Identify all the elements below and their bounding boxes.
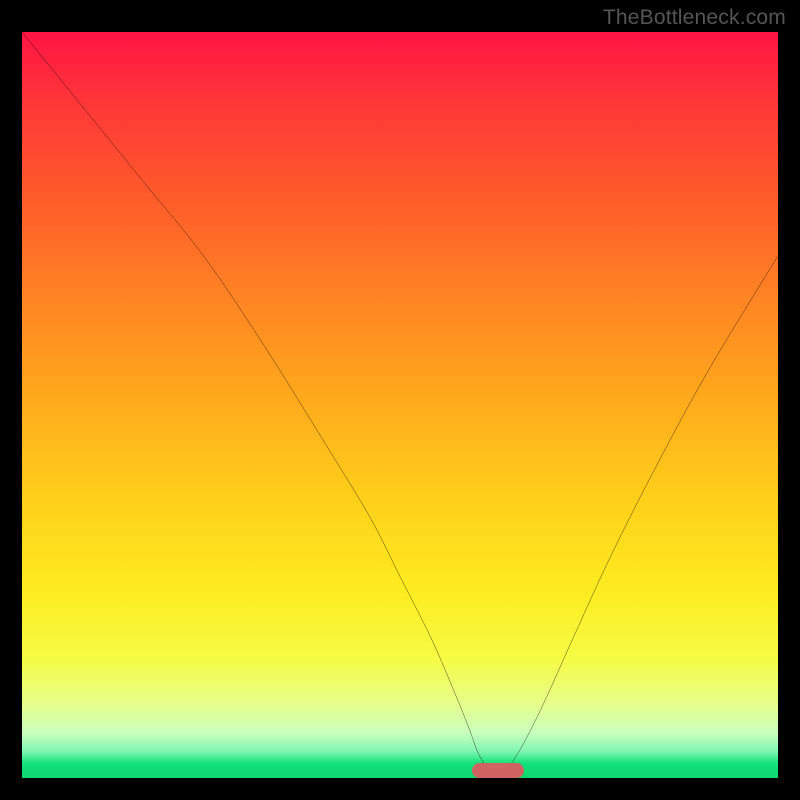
chart-frame: TheBottleneck.com xyxy=(0,0,800,800)
bottleneck-curve xyxy=(22,32,778,778)
optimum-marker xyxy=(472,763,524,778)
watermark-text: TheBottleneck.com xyxy=(603,6,786,30)
plot-area xyxy=(22,32,778,778)
curve-path xyxy=(22,32,778,777)
